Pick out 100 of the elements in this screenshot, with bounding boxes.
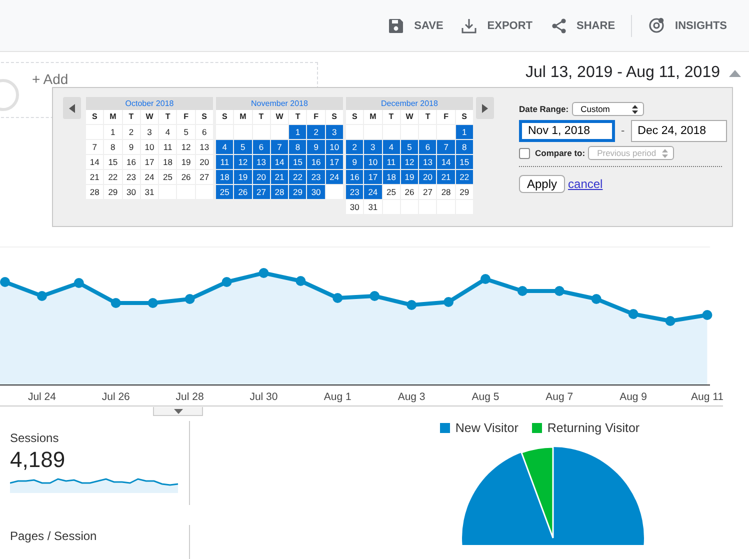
calendar-day[interactable]: 6 bbox=[196, 125, 213, 139]
calendar-day[interactable]: 17 bbox=[140, 155, 158, 169]
calendar-day[interactable]: 1 bbox=[289, 125, 306, 139]
calendar-day[interactable]: 5 bbox=[234, 140, 252, 154]
calendar-day[interactable]: 11 bbox=[159, 140, 176, 154]
calendar-day[interactable]: 14 bbox=[86, 155, 104, 169]
calendar-day[interactable]: 21 bbox=[270, 170, 288, 184]
calendar-day[interactable]: 26 bbox=[177, 170, 195, 184]
calendar-day[interactable]: 2 bbox=[307, 125, 325, 139]
calendar-day[interactable]: 7 bbox=[270, 140, 288, 154]
calendar-day[interactable]: 6 bbox=[419, 140, 436, 154]
calendar-day[interactable]: 23 bbox=[346, 185, 364, 199]
start-date-field[interactable]: Nov 1, 2018 bbox=[519, 120, 615, 142]
calendar-day[interactable]: 20 bbox=[196, 155, 213, 169]
calendar-day[interactable]: 15 bbox=[456, 155, 473, 169]
calendar-day[interactable]: 21 bbox=[437, 170, 455, 184]
calendar-day[interactable]: 24 bbox=[326, 170, 343, 184]
calendar-day[interactable]: 20 bbox=[252, 170, 270, 184]
calendar-day[interactable]: 10 bbox=[326, 140, 343, 154]
calendar-day[interactable]: 19 bbox=[177, 155, 195, 169]
calendar-day[interactable]: 29 bbox=[104, 185, 122, 199]
calendar-day[interactable]: 26 bbox=[400, 185, 418, 199]
calendar-day[interactable]: 30 bbox=[122, 185, 140, 199]
calendar-day[interactable]: 21 bbox=[86, 170, 104, 184]
calendar-day[interactable]: 15 bbox=[289, 155, 306, 169]
calendar-day[interactable]: 13 bbox=[419, 155, 436, 169]
toolbar-button[interactable]: EXPORT bbox=[453, 14, 541, 38]
calendar-day[interactable]: 23 bbox=[122, 170, 140, 184]
apply-button[interactable]: Apply bbox=[519, 175, 566, 193]
calendar-day[interactable]: 22 bbox=[456, 170, 473, 184]
calendar-day[interactable]: 29 bbox=[289, 185, 306, 199]
calendar-day[interactable]: 29 bbox=[456, 185, 473, 199]
calendar-day[interactable]: 14 bbox=[270, 155, 288, 169]
calendar-day[interactable]: 8 bbox=[456, 140, 473, 154]
calendar-day[interactable]: 12 bbox=[177, 140, 195, 154]
calendar-day[interactable]: 3 bbox=[140, 125, 158, 139]
calendar-day[interactable]: 22 bbox=[104, 170, 122, 184]
previous-month-button[interactable] bbox=[63, 97, 81, 119]
calendar-day[interactable]: 15 bbox=[104, 155, 122, 169]
calendar-day[interactable]: 5 bbox=[177, 125, 195, 139]
calendar-day[interactable]: 1 bbox=[456, 125, 473, 139]
calendar-day[interactable]: 4 bbox=[216, 140, 234, 154]
calendar-day[interactable]: 9 bbox=[122, 140, 140, 154]
calendar-day[interactable]: 12 bbox=[234, 155, 252, 169]
calendar-day[interactable]: 14 bbox=[437, 155, 455, 169]
calendar-day[interactable]: 18 bbox=[216, 170, 234, 184]
calendar-day[interactable]: 16 bbox=[346, 170, 364, 184]
calendar-day[interactable]: 18 bbox=[382, 170, 400, 184]
calendar-day[interactable]: 9 bbox=[346, 155, 364, 169]
calendar-day[interactable]: 22 bbox=[289, 170, 306, 184]
calendar-day[interactable]: 27 bbox=[419, 185, 436, 199]
calendar-day[interactable]: 5 bbox=[400, 140, 418, 154]
calendar-day[interactable]: 19 bbox=[400, 170, 418, 184]
calendar-day[interactable]: 7 bbox=[437, 140, 455, 154]
calendar-day[interactable]: 27 bbox=[196, 170, 213, 184]
calendar-day[interactable]: 3 bbox=[364, 140, 382, 154]
calendar-day[interactable]: 7 bbox=[86, 140, 104, 154]
compare-checkbox[interactable] bbox=[519, 148, 530, 158]
toolbar-button[interactable]: SHARE bbox=[542, 14, 624, 38]
calendar-day[interactable]: 17 bbox=[364, 170, 382, 184]
calendar-day[interactable]: 16 bbox=[307, 155, 325, 169]
calendar-day[interactable]: 8 bbox=[104, 140, 122, 154]
next-month-button[interactable] bbox=[476, 97, 494, 119]
calendar-day[interactable]: 12 bbox=[400, 155, 418, 169]
calendar-day[interactable]: 6 bbox=[252, 140, 270, 154]
calendar-day[interactable]: 2 bbox=[122, 125, 140, 139]
calendar-day[interactable]: 16 bbox=[122, 155, 140, 169]
date-range-button[interactable]: Jul 13, 2019 - Aug 11, 2019 bbox=[525, 64, 741, 82]
calendar-day[interactable]: 10 bbox=[364, 155, 382, 169]
calendar-day[interactable]: 4 bbox=[382, 140, 400, 154]
calendar-day[interactable]: 9 bbox=[307, 140, 325, 154]
calendar-day[interactable]: 28 bbox=[437, 185, 455, 199]
end-date-field[interactable]: Dec 24, 2018 bbox=[630, 120, 727, 142]
calendar-day[interactable]: 8 bbox=[289, 140, 306, 154]
toolbar-button[interactable]: INSIGHTS bbox=[640, 13, 735, 38]
calendar-day[interactable]: 25 bbox=[382, 185, 400, 199]
calendar-day[interactable]: 24 bbox=[364, 185, 382, 199]
add-segment-link[interactable]: + Add bbox=[32, 71, 68, 87]
calendar-day[interactable]: 31 bbox=[140, 185, 158, 199]
calendar-day[interactable]: 18 bbox=[159, 155, 176, 169]
calendar-day[interactable]: 3 bbox=[326, 125, 343, 139]
calendar-day[interactable]: 19 bbox=[234, 170, 252, 184]
calendar-day[interactable]: 30 bbox=[346, 200, 364, 214]
calendar-day[interactable]: 10 bbox=[140, 140, 158, 154]
calendar-day[interactable]: 31 bbox=[364, 200, 382, 214]
calendar-day[interactable]: 30 bbox=[307, 185, 325, 199]
calendar-day[interactable]: 24 bbox=[140, 170, 158, 184]
calendar-day[interactable]: 28 bbox=[86, 185, 104, 199]
calendar-day[interactable]: 2 bbox=[346, 140, 364, 154]
calendar-day[interactable]: 4 bbox=[159, 125, 176, 139]
calendar-day[interactable]: 23 bbox=[307, 170, 325, 184]
toolbar-button[interactable]: SAVE bbox=[380, 14, 452, 38]
calendar-day[interactable]: 17 bbox=[326, 155, 343, 169]
calendar-day[interactable]: 27 bbox=[252, 185, 270, 199]
date-range-select[interactable]: Custom bbox=[572, 102, 644, 116]
chart-expand-handle[interactable] bbox=[153, 407, 203, 416]
calendar-day[interactable]: 13 bbox=[252, 155, 270, 169]
cancel-link[interactable]: cancel bbox=[568, 177, 603, 191]
calendar-day[interactable]: 25 bbox=[216, 185, 234, 199]
calendar-day[interactable]: 13 bbox=[196, 140, 213, 154]
